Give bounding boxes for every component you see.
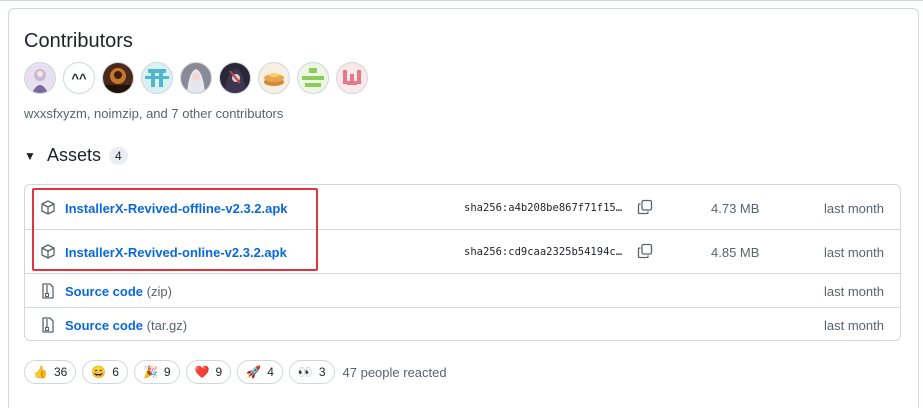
avatar-dark-anime[interactable] xyxy=(219,62,251,94)
reaction-count: 9 xyxy=(163,365,171,379)
avatar-caret-text: ^^ xyxy=(71,70,87,86)
heart-icon: ❤️ xyxy=(194,365,210,379)
rocket-icon: 🚀 xyxy=(246,365,262,379)
file-zip-icon xyxy=(41,317,55,338)
reaction-count: 4 xyxy=(267,365,274,379)
laugh-icon: 😄 xyxy=(91,365,107,379)
source-code-label: Source code xyxy=(65,318,144,333)
avatar-teal-identicon[interactable] xyxy=(141,62,173,94)
reaction-heart[interactable]: ❤️ 9 xyxy=(185,360,232,384)
contributors-title: Contributors xyxy=(24,30,133,52)
asset-date: last month xyxy=(824,201,884,216)
avatar-white-hair[interactable] xyxy=(180,62,212,94)
asset-size: 4.73 MB xyxy=(711,201,760,216)
reactions-summary: 47 people reacted xyxy=(342,364,447,380)
thumbs-up-icon: 👍 xyxy=(33,365,48,379)
assets-header[interactable]: ▼ Assets 4 xyxy=(24,145,128,166)
asset-date: last month xyxy=(824,245,884,260)
reaction-rocket[interactable]: 🚀 4 xyxy=(237,360,283,384)
reaction-count: 3 xyxy=(318,365,326,379)
assets-title: Assets xyxy=(47,145,102,165)
avatar-green-identicon[interactable] xyxy=(297,62,329,94)
highlight-box xyxy=(32,188,318,271)
reaction-eyes[interactable]: 👀 3 xyxy=(288,360,335,384)
avatar-pancake[interactable] xyxy=(258,62,290,94)
avatar-pink-identicon[interactable] xyxy=(336,62,368,94)
contributors-summary: wxxsfxyzm, noimzip, and 7 other contribu… xyxy=(24,106,284,121)
eyes-icon: 👀 xyxy=(297,365,313,379)
reaction-count: 6 xyxy=(112,365,119,379)
source-code-label: Source code xyxy=(65,284,144,299)
source-format-label: (tar.gz) xyxy=(146,318,188,333)
avatar-anime-girl[interactable] xyxy=(24,62,56,94)
reactions-bar: 👍 36 😄 6 🎉 9 ❤️ 9 🚀 4 👀 3 47 people reacted xyxy=(24,360,447,384)
file-zip-icon xyxy=(41,283,55,304)
reaction-laugh[interactable]: 😄 6 xyxy=(82,360,128,384)
reaction-count: 36 xyxy=(53,365,68,379)
copy-icon[interactable] xyxy=(637,199,653,220)
asset-date: last month xyxy=(824,318,884,333)
top-divider xyxy=(0,0,923,1)
asset-sha: sha256:cd9caa2325b54194c… xyxy=(464,246,623,258)
asset-sha: sha256:a4b208be867f71f15… xyxy=(464,202,623,214)
asset-row: Source code (tar.gz) last month xyxy=(25,308,900,340)
avatar-dark-portrait[interactable] xyxy=(102,62,134,94)
source-format-label: (zip) xyxy=(146,284,172,299)
reaction-thumbs-up[interactable]: 👍 36 xyxy=(24,360,77,384)
triangle-down-icon[interactable]: ▼ xyxy=(24,149,40,163)
contributors-avatars: ^^ xyxy=(24,62,368,94)
avatar-caret-face[interactable]: ^^ xyxy=(63,62,95,94)
asset-row: Source code (zip) last month xyxy=(25,274,900,308)
assets-count-badge: 4 xyxy=(109,146,128,165)
source-zip-link[interactable]: Source code (zip) xyxy=(65,284,172,299)
copy-icon[interactable] xyxy=(637,243,653,264)
party-icon: 🎉 xyxy=(142,365,158,379)
asset-size: 4.85 MB xyxy=(711,245,760,260)
reaction-count: 9 xyxy=(215,365,223,379)
asset-date: last month xyxy=(824,284,884,299)
source-targz-link[interactable]: Source code (tar.gz) xyxy=(65,318,187,333)
reaction-hooray[interactable]: 🎉 9 xyxy=(133,360,180,384)
